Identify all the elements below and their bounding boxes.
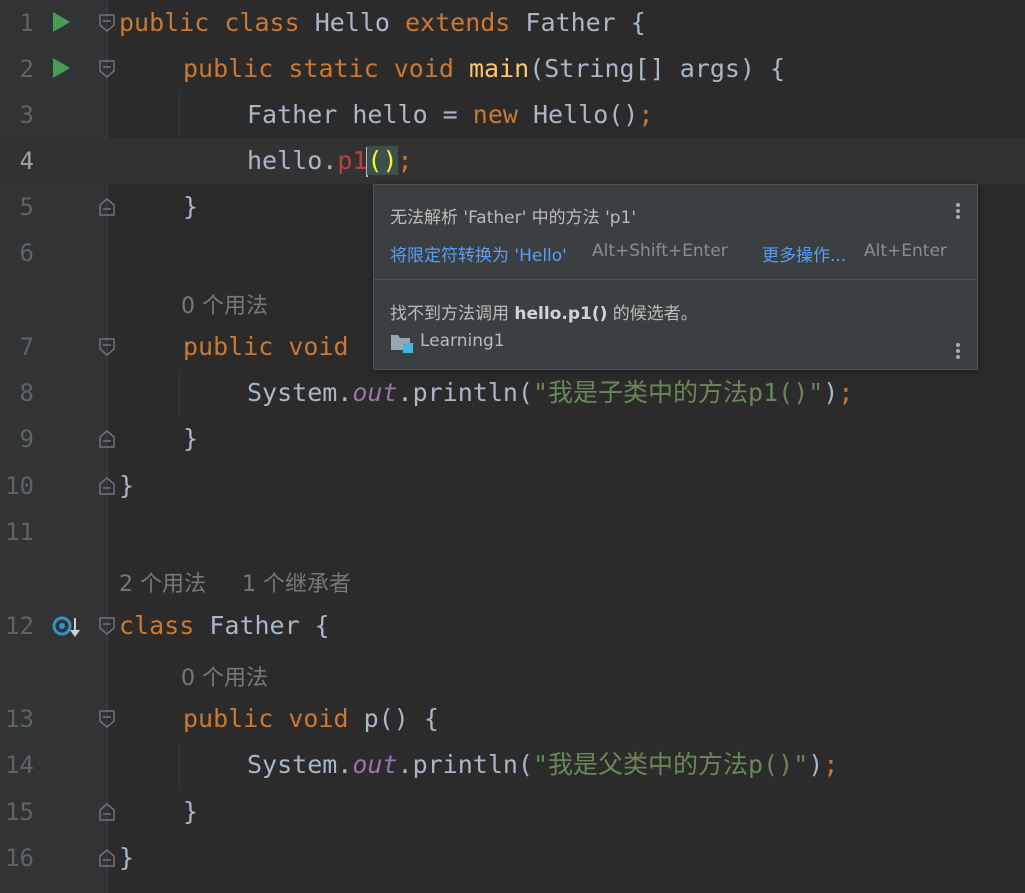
line-number: 4 <box>19 147 34 175</box>
code-line-9[interactable]: 9 } <box>0 416 1025 462</box>
fold-icon[interactable] <box>98 616 116 636</box>
implemented-icon[interactable] <box>52 613 82 639</box>
code-text[interactable]: System.out.println("我是父类中的方法p()"); <box>247 742 838 788</box>
detail-message: 找不到方法调用 hello.p1() 的候选者。 <box>390 304 698 324</box>
fold-icon[interactable] <box>98 802 116 822</box>
error-tooltip-popup[interactable]: 无法解析 'Father' 中的方法 'p1' 将限定符转换为 'Hello' … <box>373 184 978 370</box>
line-number: 12 <box>5 612 34 640</box>
fold-icon[interactable] <box>98 13 116 33</box>
code-line-4[interactable]: 4 hello.p1(); <box>0 138 1025 184</box>
code-line-2[interactable]: 2 public static void main(String[] args)… <box>0 46 1025 92</box>
code-line-10[interactable]: 10 } <box>0 463 1025 509</box>
code-line-13[interactable]: 13 public void p() { <box>0 696 1025 742</box>
code-text[interactable]: } <box>183 789 198 835</box>
quick-fix-link[interactable]: 将限定符转换为 'Hello' <box>390 241 567 266</box>
code-text[interactable]: class Father { <box>119 603 330 649</box>
line-number: 13 <box>5 705 34 733</box>
fold-icon[interactable] <box>98 848 116 868</box>
code-line-16[interactable]: 16 } <box>0 835 1025 881</box>
code-line-1[interactable]: 1 public class Hello extends Father { <box>0 0 1025 46</box>
line-number: 2 <box>19 55 34 83</box>
code-text[interactable]: hello.p1(); <box>247 138 413 184</box>
quick-fix-shortcut: Alt+Shift+Enter <box>592 241 728 261</box>
error-message: 无法解析 'Father' 中的方法 'p1' <box>390 208 637 228</box>
line-number: 9 <box>19 425 34 453</box>
fold-icon[interactable] <box>98 709 116 729</box>
code-text[interactable]: public void p() { <box>183 696 439 742</box>
line-number: 7 <box>19 333 34 361</box>
more-menu-icon[interactable] <box>956 201 962 221</box>
line-number: 1 <box>19 9 34 37</box>
line-number: 6 <box>19 239 34 267</box>
line-number: 16 <box>5 844 34 872</box>
run-icon[interactable] <box>53 12 70 32</box>
line-number: 8 <box>19 379 34 407</box>
code-line-15[interactable]: 15 } <box>0 789 1025 835</box>
code-text[interactable]: } <box>119 463 134 509</box>
code-text[interactable]: Father hello = new Hello(); <box>247 92 653 138</box>
code-line-14[interactable]: 14 System.out.println("我是父类中的方法p()"); <box>0 742 1025 788</box>
line-number: 11 <box>5 518 34 546</box>
line-number: 10 <box>5 472 34 500</box>
popup-divider <box>374 279 977 280</box>
code-line-11[interactable]: 11 <box>0 509 1025 555</box>
more-actions-shortcut: Alt+Enter <box>864 241 947 261</box>
fold-icon[interactable] <box>98 337 116 357</box>
code-text[interactable]: } <box>183 184 198 230</box>
line-number: 14 <box>5 751 34 779</box>
more-actions-link[interactable]: 更多操作... <box>762 241 846 266</box>
code-text[interactable]: public void <box>183 324 364 370</box>
line-number: 15 <box>5 798 34 826</box>
unresolved-method: p1 <box>337 146 368 175</box>
usages-hint[interactable]: 2 个用法 <box>119 566 206 598</box>
line-number: 5 <box>19 193 34 221</box>
inheritors-hint[interactable]: 1 个继承者 <box>242 566 351 598</box>
fold-icon[interactable] <box>98 197 116 217</box>
fold-icon[interactable] <box>98 429 116 449</box>
run-icon[interactable] <box>53 58 70 78</box>
code-text[interactable]: } <box>183 416 198 462</box>
code-text[interactable]: } <box>119 835 134 881</box>
code-line-3[interactable]: 3 Father hello = new Hello(); <box>0 92 1025 138</box>
usages-hint[interactable]: 0 个用法 <box>181 288 268 320</box>
code-text[interactable]: public class Hello extends Father { <box>119 0 646 46</box>
code-line-12[interactable]: 12 class Father { <box>0 603 1025 649</box>
line-number: 3 <box>19 101 34 129</box>
fold-icon[interactable] <box>98 59 116 79</box>
module-name[interactable]: Learning1 <box>420 331 505 351</box>
more-menu-icon[interactable] <box>956 341 962 361</box>
code-text[interactable]: System.out.println("我是子类中的方法p1()"); <box>247 370 853 416</box>
fold-icon[interactable] <box>98 476 116 496</box>
code-text[interactable]: public static void main(String[] args) { <box>183 46 785 92</box>
code-line-8[interactable]: 8 System.out.println("我是子类中的方法p1()"); <box>0 370 1025 416</box>
folder-module-icon <box>391 335 413 353</box>
usages-hint[interactable]: 0 个用法 <box>181 660 268 692</box>
